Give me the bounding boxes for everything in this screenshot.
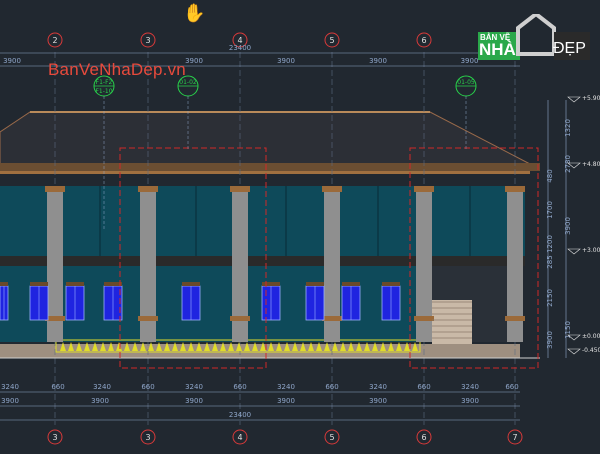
logo-big-text: NHÀ: [479, 40, 516, 59]
dim-right-outer: 2780: [564, 155, 572, 173]
column-capital: [505, 186, 525, 192]
level-label: +5.900: [582, 95, 600, 102]
grid-bubble-label: 7: [512, 433, 517, 442]
dim-right-inner: 480: [546, 169, 554, 182]
column-band: [138, 316, 158, 321]
window-head: [66, 282, 84, 286]
level-marker: [567, 248, 581, 255]
building-elevation: [0, 111, 540, 358]
window-head: [262, 282, 280, 286]
roof-eave-band: [0, 163, 540, 171]
window-head: [104, 282, 122, 286]
dim-segment-bottom-1: 660: [141, 383, 154, 391]
dim-segment-top: 3900: [369, 57, 387, 65]
dim-segment-top: 3900: [3, 57, 21, 65]
grid-bubble-label: 5: [329, 433, 334, 442]
dim-segment-bottom-1: 3240: [185, 383, 203, 391]
dim-segment-top: 3900: [461, 57, 479, 65]
dim-right-outer: 1320: [564, 119, 572, 137]
level-marker: [567, 96, 581, 103]
callout-top: 01-05: [457, 79, 475, 86]
watermark-text: BanVeNhaDep.vn: [48, 60, 186, 79]
roof-fascia: [0, 171, 530, 174]
roof: [0, 111, 531, 165]
window-head: [306, 282, 324, 286]
grid-bubble-label: 2: [52, 36, 57, 45]
grid-bubble-label: 3: [145, 433, 150, 442]
column-band: [505, 316, 525, 321]
dim-segment-bottom-2: 3900: [1, 397, 19, 405]
dim-right-inner: 285: [546, 255, 554, 268]
logo-suffix-text: ĐẸP: [553, 40, 586, 57]
level-label: +4.800: [582, 161, 600, 168]
column-band: [230, 316, 250, 321]
column-capital: [230, 186, 250, 192]
column-band: [414, 316, 434, 321]
dim-segment-bottom-1: 3240: [461, 383, 479, 391]
grid-bubble-label: 3: [145, 36, 150, 45]
grid-bubble-label: 5: [329, 36, 334, 45]
grid-bubble-label: 6: [421, 36, 426, 45]
grid-bubble-label: 6: [421, 433, 426, 442]
dim-segment-bottom-2: 3900: [369, 397, 387, 405]
dim-segment-bottom-1: 660: [233, 383, 246, 391]
level-label: -0.450: [582, 347, 600, 354]
column-capital: [322, 186, 342, 192]
dim-right-outer: 1150: [564, 321, 572, 339]
column-capital: [414, 186, 434, 192]
dim-segment-bottom-2: 3900: [461, 397, 479, 405]
dim-segment-bottom-1: 3240: [277, 383, 295, 391]
dim-right-outer: 3900: [564, 217, 572, 235]
dim-right-inner: 3900: [546, 331, 554, 349]
dim-segment-bottom-2: 3900: [277, 397, 295, 405]
callout-top: 01-02: [179, 79, 197, 86]
dim-segment-bottom-1: 3240: [369, 383, 387, 391]
dim-segment-bottom-1: 660: [325, 383, 338, 391]
dim-segment-bottom-1: 3240: [1, 383, 19, 391]
window-head: [0, 282, 8, 286]
dim-segment-bottom-1: 660: [417, 383, 430, 391]
window-head: [182, 282, 200, 286]
column-capital: [138, 186, 158, 192]
grid-bubble-label: 3: [52, 433, 57, 442]
dim-right-inner: 2150: [546, 289, 554, 307]
dim-segment-bottom-2: 3900: [185, 397, 203, 405]
window-head: [382, 282, 400, 286]
dim-segment-top: 3900: [277, 57, 295, 65]
level-label: ±0.000: [582, 333, 600, 340]
dim-segment-bottom-1: 660: [51, 383, 64, 391]
callout-bottom: F1-10: [95, 88, 112, 95]
stair: [432, 300, 472, 344]
upper-wall: [0, 186, 525, 256]
level-label: +3.000: [582, 247, 600, 254]
dim-right-inner: 1200: [546, 235, 554, 253]
column-capital: [45, 186, 65, 192]
dim-segment-bottom-1: 3240: [93, 383, 111, 391]
dim-segment-top: 3900: [185, 57, 203, 65]
grid-bubble-label: 4: [237, 433, 242, 442]
wall-beam: [0, 256, 525, 266]
column-band: [322, 316, 342, 321]
level-marker: [567, 348, 581, 355]
dim-total-bottom: 23400: [229, 411, 251, 419]
cad-canvas[interactable]: 2 3 4 5 6 3 3 4 5 6 7 23400 3900 3900 3900 3900 3900 F1-F…: [0, 0, 600, 450]
hand-icon: ✋: [183, 3, 206, 24]
dim-total-top: 23400: [229, 44, 251, 52]
callout-top: F1-F2: [96, 79, 113, 86]
dim-segment-bottom-1: 660: [505, 383, 518, 391]
window-head: [30, 282, 48, 286]
dim-right-inner: 1700: [546, 201, 554, 219]
window-head: [342, 282, 360, 286]
dim-segment-bottom-2: 3900: [91, 397, 109, 405]
